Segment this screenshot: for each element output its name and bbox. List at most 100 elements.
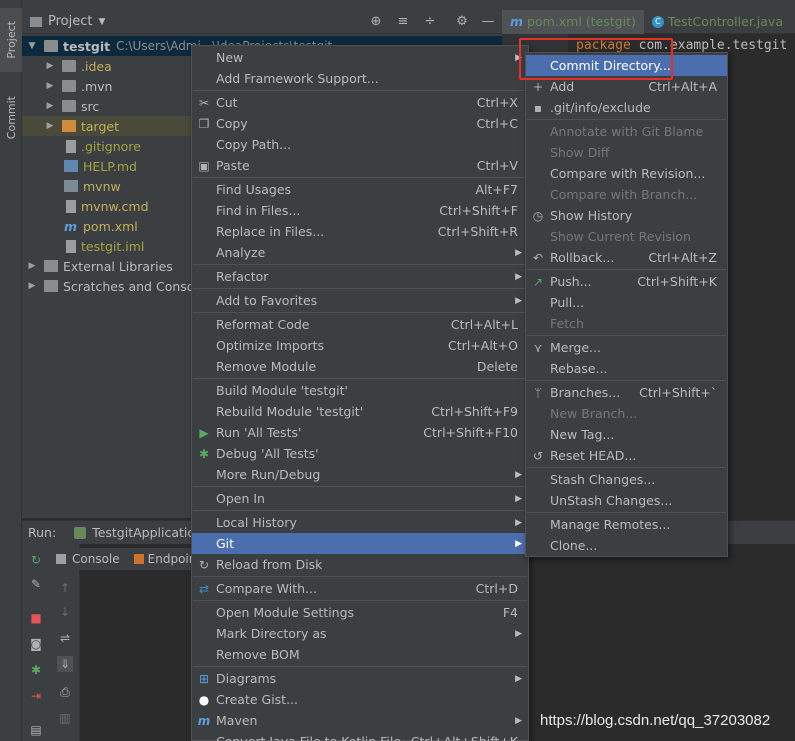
context-menu-item-add-to-favorites[interactable]: Add to Favorites ▶ <box>192 290 528 311</box>
collapse-all-icon[interactable]: ÷ <box>422 14 438 30</box>
context-menu-item-copy-path[interactable]: Copy Path... <box>192 134 528 155</box>
context-menu-item-local-history[interactable]: Local History ▶ <box>192 512 528 533</box>
context-menu-item-build-module-testgit[interactable]: Build Module 'testgit' <box>192 380 528 401</box>
git-menu-item-git-info-exclude[interactable]: ▪ .git/info/exclude <box>526 97 727 118</box>
menu-separator <box>193 312 527 313</box>
menu-item-label: Show Current Revision <box>550 229 691 244</box>
context-menu-item-new[interactable]: New ▶ <box>192 47 528 68</box>
library-icon <box>44 260 58 272</box>
tab-console[interactable]: Console <box>56 552 120 566</box>
git-menu-item-new-tag[interactable]: New Tag... <box>526 424 727 445</box>
tab-test-controller[interactable]: C TestController.java <box>644 10 791 34</box>
context-menu-item-mark-directory-as[interactable]: Mark Directory as ▶ <box>192 623 528 644</box>
menu-separator <box>527 269 726 270</box>
stop-icon[interactable]: ■ <box>28 610 44 626</box>
context-menu-item-run-all-tests[interactable]: ▶ Run 'All Tests' Ctrl+Shift+F10 <box>192 422 528 443</box>
run-config-tab-label: TestgitApplication <box>92 525 203 540</box>
run-toolbar-console: ↑ ↓ ⇌ ⇓ ⎙ ▥ <box>50 544 80 741</box>
context-menu-item-paste[interactable]: ▣ Paste Ctrl+V <box>192 155 528 176</box>
chevron-right-icon[interactable]: ▶ <box>26 281 38 291</box>
chevron-right-icon[interactable]: ▶ <box>44 81 56 91</box>
context-menu-item-cut[interactable]: ✂ Cut Ctrl+X <box>192 92 528 113</box>
context-menu-item-compare-with[interactable]: ⇄ Compare With... Ctrl+D <box>192 578 528 599</box>
menu-separator <box>193 288 527 289</box>
context-menu-item-find-usages[interactable]: Find Usages Alt+F7 <box>192 179 528 200</box>
git-menu-item-compare-with-revision[interactable]: Compare with Revision... <box>526 163 727 184</box>
git-menu-item-rollback[interactable]: ↶ Rollback... Ctrl+Alt+Z <box>526 247 727 268</box>
commit-tool-tab[interactable]: Commit <box>0 86 22 150</box>
context-menu-item-refactor[interactable]: Refactor ▶ <box>192 266 528 287</box>
git-menu-item-pull[interactable]: Pull... <box>526 292 727 313</box>
context-menu-item-optimize-imports[interactable]: Optimize Imports Ctrl+Alt+O <box>192 335 528 356</box>
git-menu-item-show-history[interactable]: ◷ Show History <box>526 205 727 226</box>
camera-icon[interactable]: ◙ <box>28 636 44 652</box>
git-menu-item-stash-changes[interactable]: Stash Changes... <box>526 469 727 490</box>
arrow-down-icon[interactable]: ↓ <box>57 604 73 620</box>
menu-item-label: Rebase... <box>550 361 608 376</box>
git-menu-item-rebase[interactable]: Rebase... <box>526 358 727 379</box>
git-menu-item-unstash-changes[interactable]: UnStash Changes... <box>526 490 727 511</box>
soft-wrap-icon[interactable]: ⇌ <box>57 630 73 646</box>
layout-icon[interactable]: ▤ <box>28 722 44 738</box>
project-tool-tab[interactable]: Project <box>0 8 22 72</box>
context-menu-item-copy[interactable]: ❐ Copy Ctrl+C <box>192 113 528 134</box>
context-menu-item-remove-module[interactable]: Remove Module Delete <box>192 356 528 377</box>
locate-icon[interactable]: ⊕ <box>368 14 384 30</box>
exit-icon[interactable]: ⇥ <box>28 688 44 704</box>
menu-item-shortcut: Ctrl+V <box>476 158 518 173</box>
print-icon[interactable]: ⎙ <box>57 684 73 700</box>
debug-icon[interactable]: ✱ <box>28 662 44 678</box>
context-menu-item-analyze[interactable]: Analyze ▶ <box>192 242 528 263</box>
context-menu-item-more-run-debug[interactable]: More Run/Debug ▶ <box>192 464 528 485</box>
project-panel-title[interactable]: Project <box>48 14 92 29</box>
context-menu-item-create-gist[interactable]: ● Create Gist... <box>192 689 528 710</box>
git-menu-item-manage-remotes[interactable]: Manage Remotes... <box>526 514 727 535</box>
wrench-icon[interactable]: ✎ <box>28 576 44 592</box>
context-menu-item-maven[interactable]: m Maven ▶ <box>192 710 528 731</box>
chevron-down-icon[interactable]: ▼ <box>98 17 105 27</box>
context-menu-item-rebuild-module-testgit[interactable]: Rebuild Module 'testgit' Ctrl+Shift+F9 <box>192 401 528 422</box>
submenu-arrow-icon: ▶ <box>515 493 522 504</box>
context-menu-item-find-in-files[interactable]: Find in Files... Ctrl+Shift+F <box>192 200 528 221</box>
git-menu-item-push[interactable]: ↗ Push... Ctrl+Shift+K <box>526 271 727 292</box>
chevron-right-icon[interactable]: ▶ <box>44 61 56 71</box>
git-menu-item-branches[interactable]: ᛘ Branches... Ctrl+Shift+` <box>526 382 727 403</box>
minimize-icon[interactable]: — <box>480 14 496 30</box>
context-menu-item-reformat-code[interactable]: Reformat Code Ctrl+Alt+L <box>192 314 528 335</box>
menu-item-shortcut: Ctrl+Alt+A <box>648 79 717 94</box>
tree-item-label: testgit.iml <box>81 238 145 254</box>
chevron-down-icon[interactable]: ▼ <box>26 41 38 51</box>
trash-icon[interactable]: ▥ <box>57 710 73 726</box>
menu-item-shortcut: F4 <box>502 605 518 620</box>
context-menu-item-git[interactable]: Git ▶ <box>192 533 528 554</box>
markdown-icon <box>64 160 78 172</box>
git-menu-item-merge[interactable]: ⋎ Merge... <box>526 337 727 358</box>
context-menu-item-diagrams[interactable]: ⊞ Diagrams ▶ <box>192 668 528 689</box>
context-menu-item-reload-from-disk[interactable]: ↻ Reload from Disk <box>192 554 528 575</box>
spring-boot-icon <box>74 526 87 539</box>
tree-item-label: mvnw.cmd <box>81 198 149 214</box>
tab-pom-xml[interactable]: m pom.xml (testgit) <box>502 9 644 34</box>
gear-icon[interactable]: ⚙ <box>454 14 470 30</box>
run-config-tab[interactable]: TestgitApplication <box>74 525 203 540</box>
branch-icon: ᛘ <box>534 385 542 400</box>
git-menu-item-annotate-with-git-blame: Annotate with Git Blame <box>526 121 727 142</box>
context-menu-item-open-module-settings[interactable]: Open Module Settings F4 <box>192 602 528 623</box>
scroll-to-end-icon[interactable]: ⇓ <box>57 656 73 672</box>
arrow-up-icon[interactable]: ↑ <box>57 580 73 596</box>
context-menu-item-open-in[interactable]: Open In ▶ <box>192 488 528 509</box>
context-menu-item-remove-bom[interactable]: Remove BOM <box>192 644 528 665</box>
chevron-right-icon[interactable]: ▶ <box>44 101 56 111</box>
file-icon <box>66 199 76 213</box>
rerun-icon[interactable]: ↻ <box>28 552 44 568</box>
expand-all-icon[interactable]: ≡ <box>395 14 411 30</box>
context-menu-item-debug-all-tests[interactable]: ✱ Debug 'All Tests' <box>192 443 528 464</box>
git-menu-item-clone[interactable]: Clone... <box>526 535 727 556</box>
chevron-right-icon[interactable]: ▶ <box>44 121 56 131</box>
git-menu-item-show-diff: Show Diff <box>526 142 727 163</box>
git-menu-item-reset-head[interactable]: ↺ Reset HEAD... <box>526 445 727 466</box>
chevron-right-icon[interactable]: ▶ <box>26 261 38 271</box>
context-menu-item-convert-java-file-to-kotlin-file[interactable]: Convert Java File to Kotlin File Ctrl+Alt… <box>192 731 528 741</box>
context-menu-item-add-framework-support[interactable]: Add Framework Support... <box>192 68 528 89</box>
context-menu-item-replace-in-files[interactable]: Replace in Files... Ctrl+Shift+R <box>192 221 528 242</box>
